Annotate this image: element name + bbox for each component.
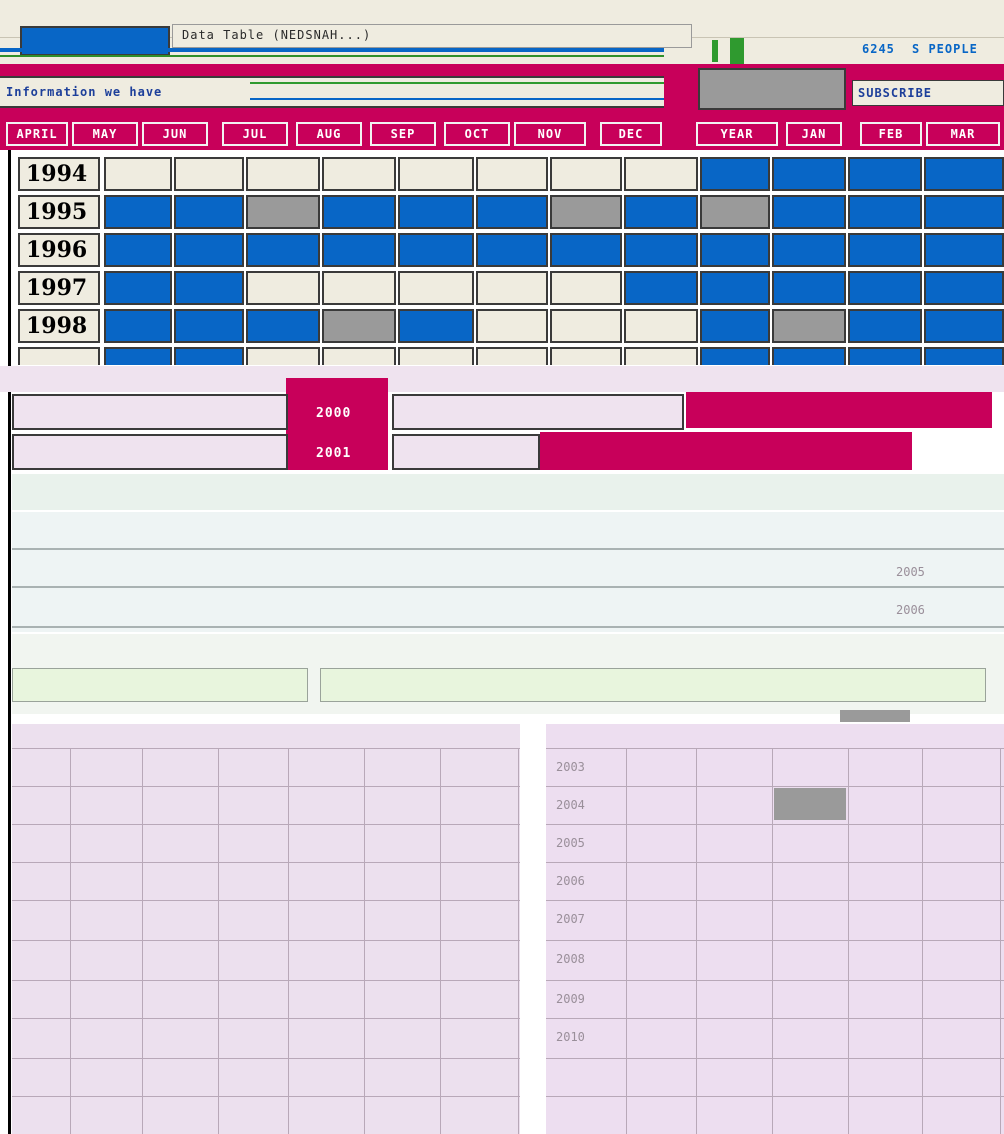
row-line bbox=[546, 748, 1004, 749]
year-chip-lower: 2009 bbox=[556, 992, 585, 1006]
year-chip-lower: 2005 bbox=[556, 836, 585, 850]
col-line bbox=[142, 748, 143, 1134]
row-line bbox=[12, 1058, 520, 1059]
year-chip-lower: 2007 bbox=[556, 912, 585, 926]
row-line bbox=[546, 824, 1004, 825]
row-line bbox=[546, 900, 1004, 901]
col-line bbox=[772, 748, 773, 1134]
year-chip-lower: 2010 bbox=[556, 1030, 585, 1044]
col-line bbox=[518, 748, 519, 1134]
col-line bbox=[288, 748, 289, 1134]
year-chip-lower: 2003 bbox=[556, 760, 585, 774]
col-line bbox=[848, 748, 849, 1134]
row-line bbox=[546, 1018, 1004, 1019]
row-line bbox=[546, 940, 1004, 941]
row-line bbox=[12, 980, 520, 981]
col-line bbox=[696, 748, 697, 1134]
lower-grid-lines: 2003 2004 2005 2006 2007 2008 2009 2010 bbox=[0, 0, 1004, 1134]
year-chip-lower: 2008 bbox=[556, 952, 585, 966]
col-line bbox=[922, 748, 923, 1134]
year-chip-lower: 2004 bbox=[556, 798, 585, 812]
row-line bbox=[12, 862, 520, 863]
col-line bbox=[440, 748, 441, 1134]
row-line bbox=[12, 940, 520, 941]
row-line bbox=[12, 786, 520, 787]
row-line bbox=[546, 786, 1004, 787]
row-line bbox=[12, 900, 520, 901]
col-line bbox=[626, 748, 627, 1134]
row-line bbox=[12, 1096, 520, 1097]
col-line bbox=[1000, 748, 1001, 1134]
row-line bbox=[546, 862, 1004, 863]
row-line bbox=[12, 1018, 520, 1019]
row-line bbox=[546, 1096, 1004, 1097]
col-line bbox=[70, 748, 71, 1134]
col-line bbox=[218, 748, 219, 1134]
row-line bbox=[546, 980, 1004, 981]
col-line bbox=[364, 748, 365, 1134]
row-line bbox=[12, 824, 520, 825]
row-line bbox=[12, 748, 520, 749]
row-line bbox=[546, 1058, 1004, 1059]
year-chip-lower: 2006 bbox=[556, 874, 585, 888]
